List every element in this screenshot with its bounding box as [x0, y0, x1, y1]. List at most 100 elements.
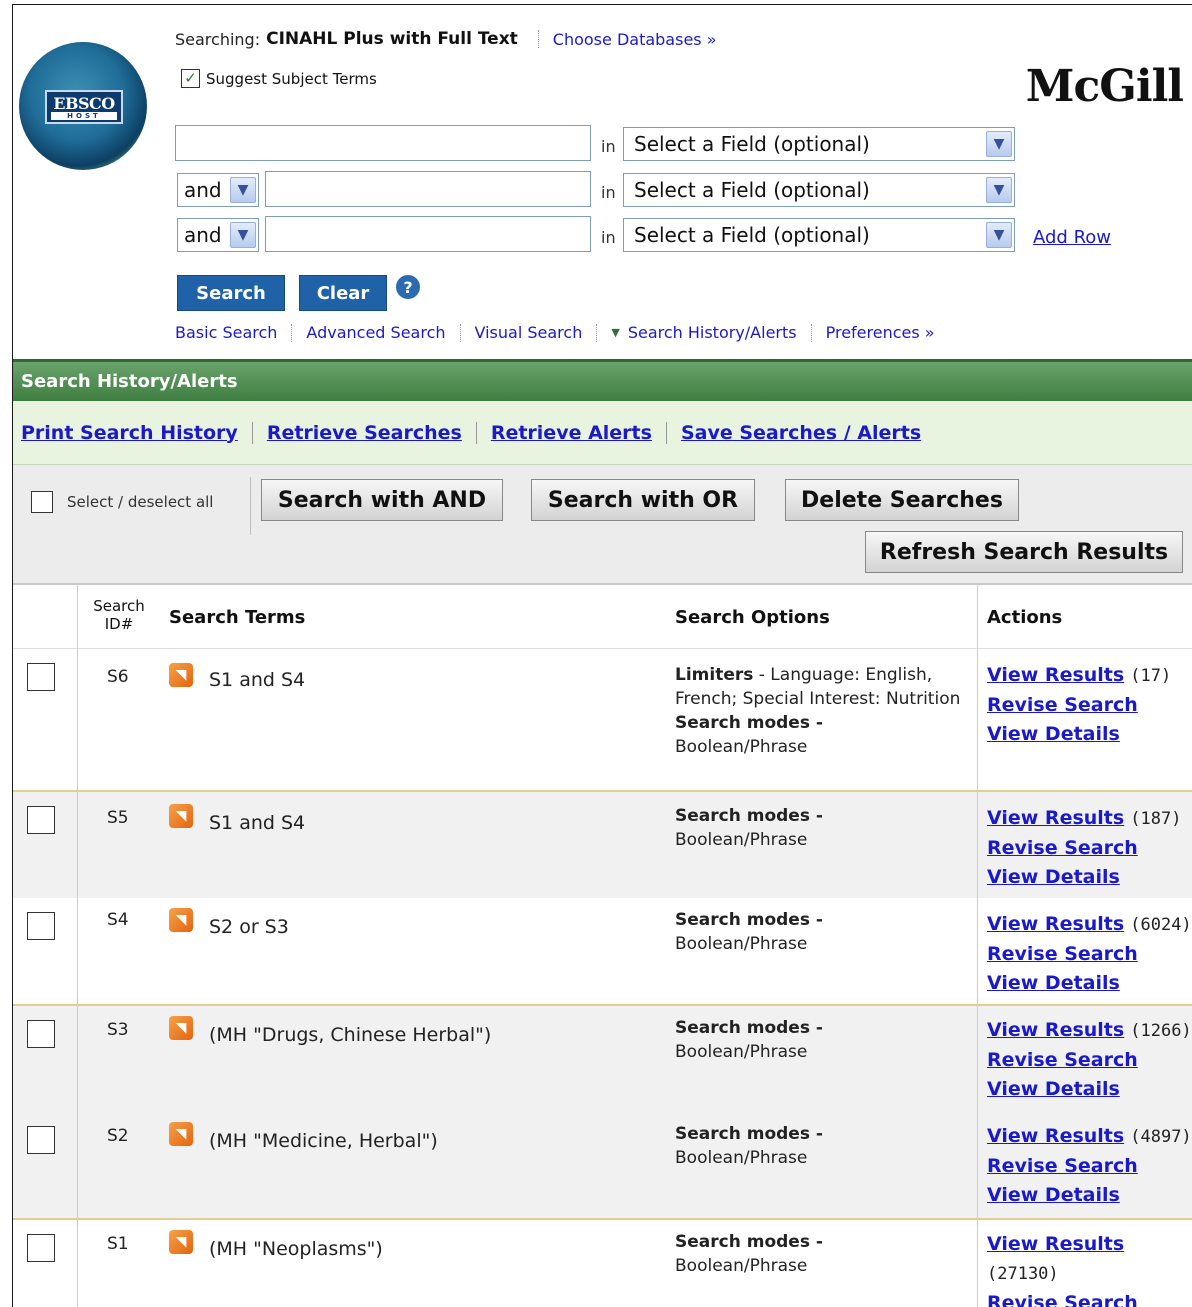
- retrieve-alerts-link[interactable]: Retrieve Alerts: [491, 422, 652, 444]
- divider: [665, 421, 667, 444]
- boolean-value: and: [184, 223, 222, 247]
- retrieve-searches-link[interactable]: Retrieve Searches: [267, 422, 462, 444]
- help-icon[interactable]: ?: [396, 275, 420, 299]
- chevron-down-icon[interactable]: ▼: [986, 131, 1012, 157]
- history-links: Print Search History Retrieve Searches R…: [13, 401, 1192, 465]
- save-searches-alerts-link[interactable]: Save Searches / Alerts: [681, 422, 921, 444]
- field-select-value: Select a Field (optional): [634, 223, 870, 247]
- suggest-label: Suggest Subject Terms: [206, 69, 377, 88]
- modes-value: Boolean/Phrase: [675, 830, 808, 850]
- row-checkbox[interactable]: [27, 1234, 55, 1262]
- view-details-link[interactable]: View Details: [987, 972, 1120, 994]
- modes-value: Boolean/Phrase: [675, 737, 808, 757]
- modes-value: Boolean/Phrase: [675, 1042, 808, 1062]
- preferences-link[interactable]: Preferences »: [826, 323, 935, 342]
- field-select-value: Select a Field (optional): [634, 132, 870, 156]
- basic-search-link[interactable]: Basic Search: [175, 323, 277, 342]
- result-count: (17): [1130, 666, 1172, 686]
- divider: [291, 323, 293, 342]
- row-checkbox[interactable]: [27, 1020, 55, 1048]
- searching-label: Searching:: [175, 29, 261, 49]
- row-checkbox[interactable]: [27, 1126, 55, 1154]
- table-row: S4 ◥ S2 or S3 Search modes - Boolean/Phr…: [13, 898, 1192, 1004]
- search-input-2[interactable]: [265, 171, 591, 207]
- rss-feed-icon[interactable]: ◥: [169, 663, 193, 687]
- revise-search-link[interactable]: Revise Search: [987, 1292, 1138, 1307]
- field-select-2[interactable]: Select a Field (optional) ▼: [623, 173, 1015, 207]
- view-details-link[interactable]: View Details: [987, 1078, 1120, 1100]
- ebsco-host-logo[interactable]: EBSCO HOST: [19, 42, 147, 170]
- boolean-select-3[interactable]: and ▼: [177, 218, 259, 252]
- rss-feed-icon[interactable]: ◥: [169, 908, 193, 932]
- search-term: (MH "Drugs, Chinese Herbal"): [209, 1024, 492, 1046]
- field-select-1[interactable]: Select a Field (optional) ▼: [623, 127, 1015, 161]
- modes-label: Search modes -: [675, 1232, 823, 1252]
- search-term: (MH "Neoplasms"): [209, 1238, 383, 1260]
- refresh-search-results-button[interactable]: Refresh Search Results: [865, 531, 1183, 573]
- view-results-link[interactable]: View Results: [987, 664, 1124, 686]
- suggest-checkbox[interactable]: ✓: [181, 69, 200, 88]
- view-details-link[interactable]: View Details: [987, 866, 1120, 888]
- logo-text: EBSCO: [53, 94, 115, 113]
- divider: [810, 323, 812, 342]
- result-count: (27130): [987, 1264, 1059, 1284]
- view-results-link[interactable]: View Results: [987, 1019, 1124, 1041]
- search-input-1[interactable]: [175, 125, 591, 161]
- revise-search-link[interactable]: Revise Search: [987, 837, 1138, 859]
- select-all[interactable]: Select / deselect all: [31, 491, 213, 513]
- select-all-checkbox[interactable]: [31, 491, 53, 513]
- result-count: (187): [1130, 809, 1182, 829]
- search-button[interactable]: Search: [177, 275, 285, 311]
- search-id: S5: [107, 808, 129, 828]
- add-row-link[interactable]: Add Row: [1033, 227, 1111, 248]
- chevron-down-icon[interactable]: ▼: [986, 177, 1012, 203]
- revise-search-link[interactable]: Revise Search: [987, 1155, 1138, 1177]
- rss-feed-icon[interactable]: ◥: [169, 1230, 193, 1254]
- revise-search-link[interactable]: Revise Search: [987, 1049, 1138, 1071]
- view-results-link[interactable]: View Results: [987, 913, 1124, 935]
- clear-button[interactable]: Clear: [299, 275, 387, 311]
- rss-feed-icon[interactable]: ◥: [169, 1122, 193, 1146]
- search-id: S2: [107, 1126, 129, 1146]
- advanced-search-link[interactable]: Advanced Search: [306, 323, 445, 342]
- history-actions: Select / deselect all Search with AND Se…: [13, 465, 1192, 585]
- revise-search-link[interactable]: Revise Search: [987, 943, 1138, 965]
- view-results-link[interactable]: View Results: [987, 807, 1124, 829]
- suggest-subject-terms[interactable]: ✓ Suggest Subject Terms: [181, 69, 377, 88]
- select-all-label: Select / deselect all: [67, 493, 214, 511]
- search-with-or-button[interactable]: Search with OR: [531, 479, 755, 521]
- row-checkbox[interactable]: [27, 912, 55, 940]
- divider: [537, 30, 539, 48]
- view-results-link[interactable]: View Results: [987, 1233, 1124, 1255]
- view-details-link[interactable]: View Details: [987, 723, 1120, 745]
- revise-search-link[interactable]: Revise Search: [987, 694, 1138, 716]
- in-label: in: [601, 228, 616, 247]
- search-term: (MH "Medicine, Herbal"): [209, 1130, 438, 1152]
- row-checkbox[interactable]: [27, 663, 55, 691]
- search-history-link[interactable]: Search History/Alerts: [628, 323, 797, 342]
- chevron-down-icon[interactable]: ▼: [986, 222, 1012, 248]
- delete-searches-button[interactable]: Delete Searches: [785, 479, 1019, 521]
- result-count: (1266): [1130, 1021, 1192, 1041]
- view-results-link[interactable]: View Results: [987, 1125, 1124, 1147]
- searching-row: Searching: CINAHL Plus with Full Text Ch…: [175, 29, 717, 49]
- search-input-3[interactable]: [265, 216, 591, 252]
- modes-value: Boolean/Phrase: [675, 1256, 808, 1276]
- chevron-down-icon[interactable]: ▼: [230, 222, 256, 248]
- field-select-3[interactable]: Select a Field (optional) ▼: [623, 218, 1015, 252]
- rss-feed-icon[interactable]: ◥: [169, 804, 193, 828]
- boolean-select-2[interactable]: and ▼: [177, 173, 259, 207]
- search-id: S6: [107, 667, 129, 687]
- search-id-header-line1: Search: [93, 597, 145, 615]
- rss-feed-icon[interactable]: ◥: [169, 1016, 193, 1040]
- search-with-and-button[interactable]: Search with AND: [261, 479, 503, 521]
- modes-value: Boolean/Phrase: [675, 934, 808, 954]
- search-id-header: Search ID#: [91, 597, 147, 633]
- visual-search-link[interactable]: Visual Search: [475, 323, 583, 342]
- choose-databases-link[interactable]: Choose Databases »: [553, 30, 717, 49]
- column-divider: [77, 585, 78, 1307]
- chevron-down-icon[interactable]: ▼: [230, 177, 256, 203]
- view-details-link[interactable]: View Details: [987, 1184, 1120, 1206]
- row-checkbox[interactable]: [27, 806, 55, 834]
- print-search-history-link[interactable]: Print Search History: [21, 422, 238, 444]
